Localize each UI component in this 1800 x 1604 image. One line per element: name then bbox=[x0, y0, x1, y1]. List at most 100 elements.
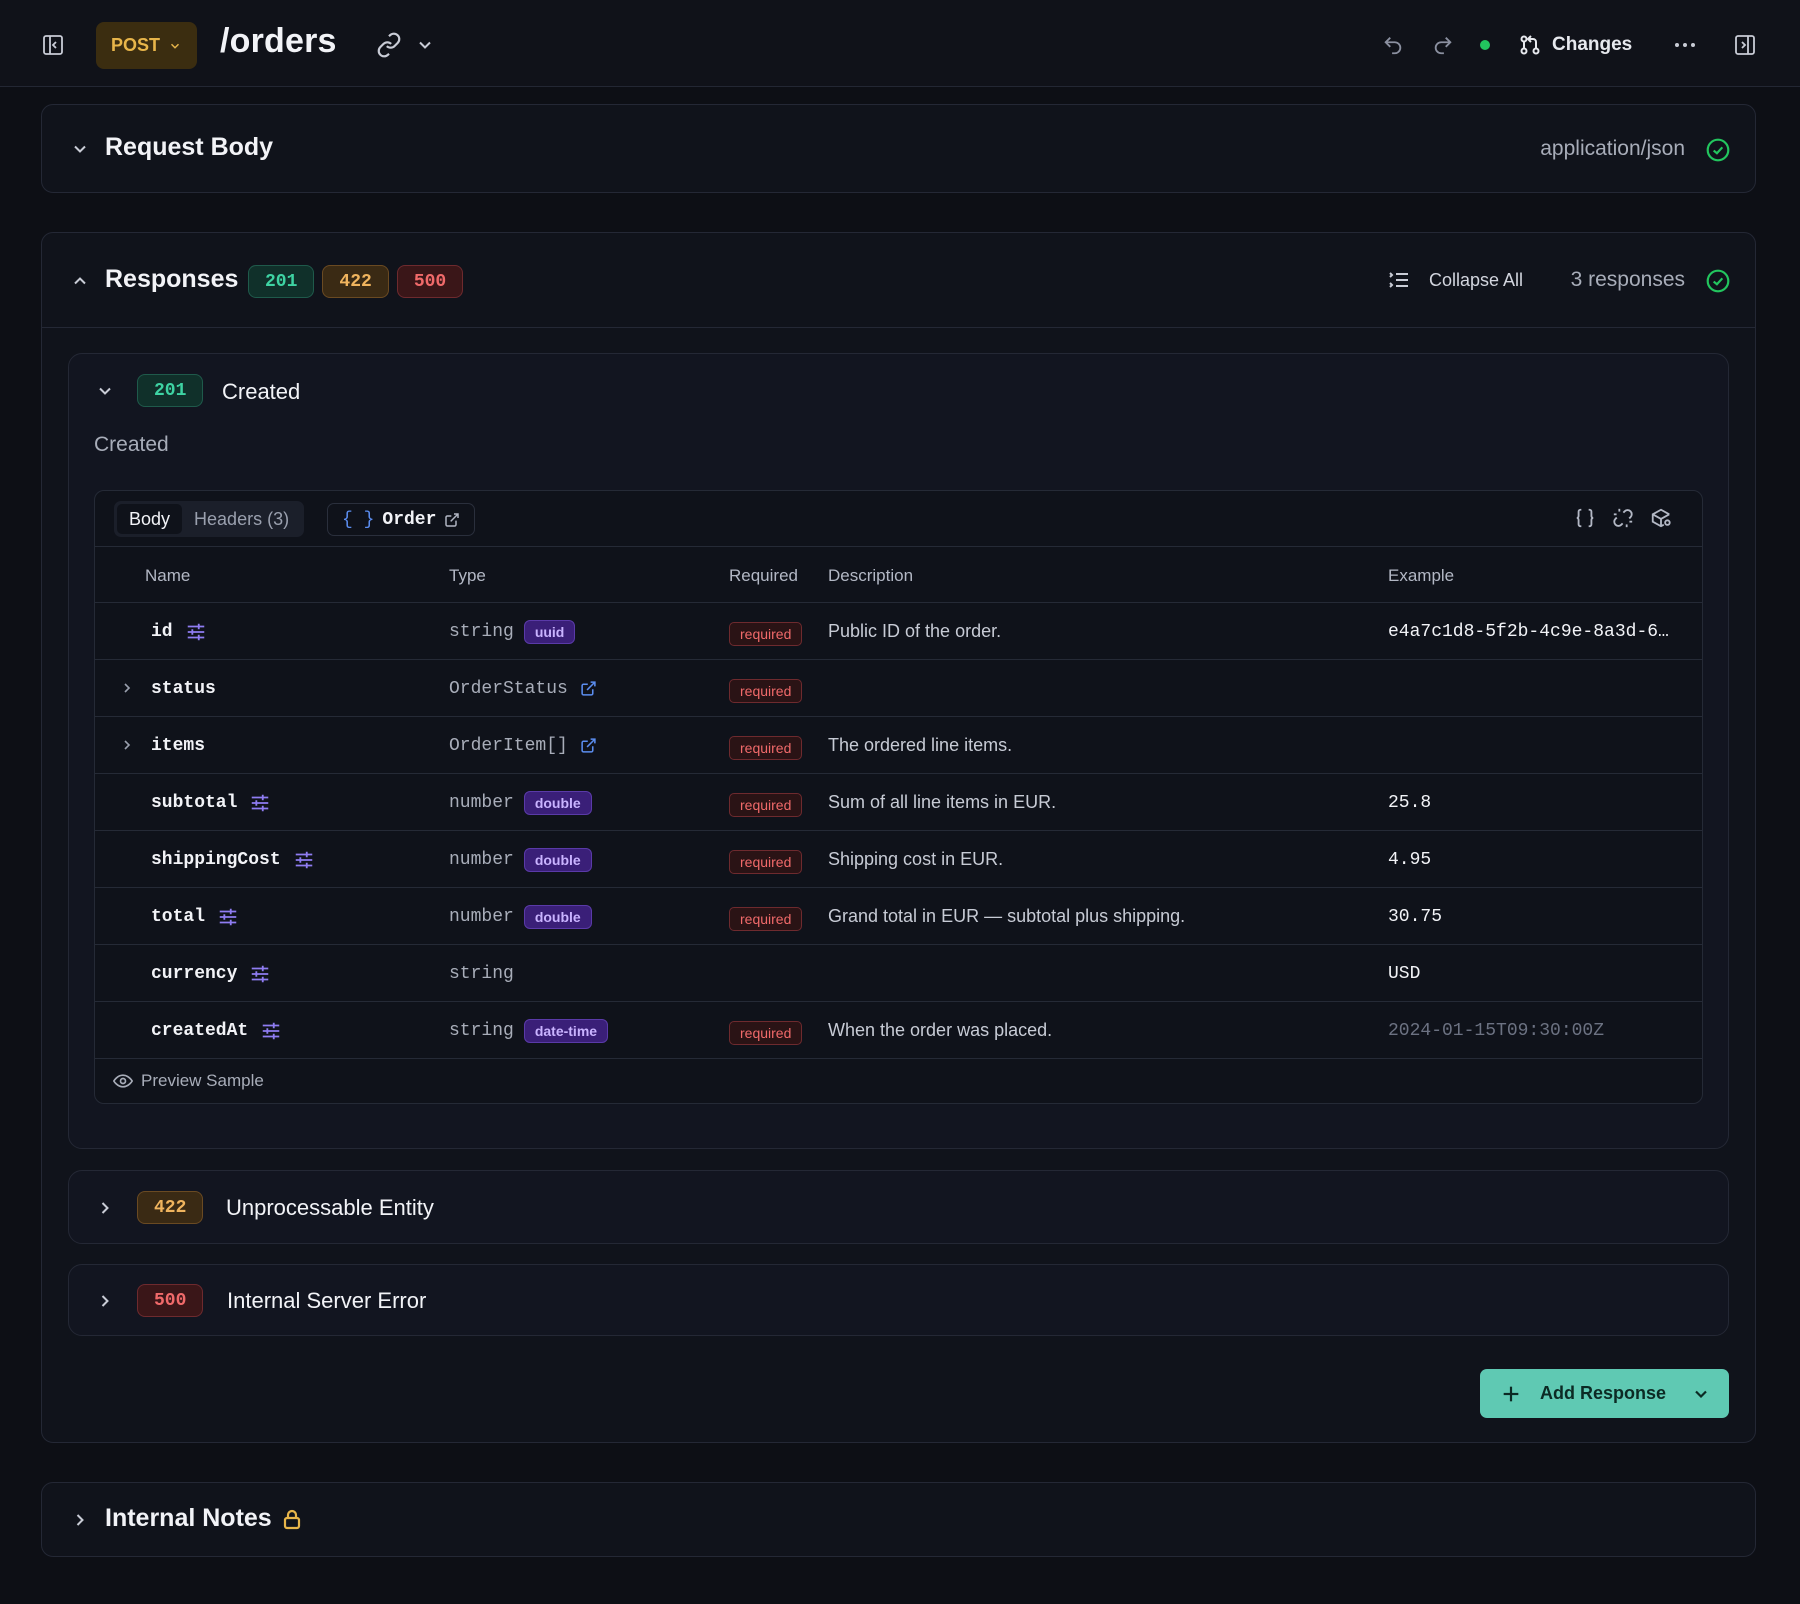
response-card-422[interactable]: 422 Unprocessable Entity bbox=[68, 1170, 1729, 1244]
schema-toolbar: Body Headers (3) { } Order bbox=[95, 491, 1702, 547]
responses-title: Responses bbox=[105, 265, 239, 293]
table-row[interactable]: createdAt string date-time required When … bbox=[95, 1002, 1702, 1059]
field-name: shippingCost bbox=[151, 849, 281, 870]
add-response-button[interactable]: Add Response bbox=[1480, 1369, 1729, 1418]
sliders-icon[interactable] bbox=[293, 849, 315, 871]
sync-status-dot bbox=[1480, 40, 1490, 50]
top-bar: POST /orders Changes bbox=[0, 0, 1800, 87]
field-example: 25.8 bbox=[1388, 792, 1432, 813]
more-options-icon[interactable] bbox=[1670, 32, 1700, 58]
internal-notes-section[interactable]: Internal Notes bbox=[41, 1482, 1756, 1557]
status-badge-422[interactable]: 422 bbox=[322, 265, 389, 298]
changes-label: Changes bbox=[1552, 34, 1633, 55]
body-headers-tabs: Body Headers (3) bbox=[114, 501, 305, 537]
chevron-down-icon bbox=[170, 43, 180, 49]
field-description: Grand total in EUR — subtotal plus shipp… bbox=[828, 906, 1186, 926]
list-collapse-icon bbox=[1389, 272, 1408, 288]
eye-icon bbox=[113, 1074, 133, 1088]
field-description: When the order was placed. bbox=[828, 1020, 1053, 1040]
unlink-icon[interactable] bbox=[1612, 507, 1634, 529]
package-settings-icon[interactable] bbox=[1650, 507, 1672, 529]
required-badge: required bbox=[729, 1020, 803, 1045]
format-badge: double bbox=[523, 847, 592, 872]
sliders-icon[interactable] bbox=[260, 1020, 282, 1042]
table-row[interactable]: id string uuid required Public ID of the … bbox=[95, 603, 1702, 660]
table-row[interactable]: shippingCost number double required Shipp… bbox=[95, 831, 1702, 888]
format-badge: date-time bbox=[523, 1018, 609, 1043]
chevron-right-icon[interactable] bbox=[95, 1198, 115, 1218]
chevron-right-icon[interactable] bbox=[70, 1510, 90, 1530]
field-type: string bbox=[449, 1020, 514, 1041]
table-row[interactable]: subtotal number double required Sum of al… bbox=[95, 774, 1702, 831]
plus-icon bbox=[1503, 1386, 1519, 1401]
sliders-icon[interactable] bbox=[249, 792, 271, 814]
undo-icon[interactable] bbox=[1380, 32, 1406, 58]
response-card-500[interactable]: 500 Internal Server Error bbox=[68, 1264, 1729, 1336]
toggle-left-sidebar-icon[interactable] bbox=[38, 30, 68, 60]
tab-headers[interactable]: Headers (3) bbox=[182, 504, 301, 534]
table-row[interactable]: items OrderItem[] required The ordered l… bbox=[95, 717, 1702, 774]
check-circle-icon bbox=[1706, 138, 1730, 162]
field-name: id bbox=[151, 621, 173, 642]
responses-header[interactable]: Responses 201 422 500 Collapse All 3 res… bbox=[42, 233, 1755, 328]
link-icon[interactable] bbox=[374, 30, 404, 60]
required-badge: required bbox=[729, 678, 803, 703]
status-badge-500[interactable]: 500 bbox=[396, 265, 464, 298]
request-body-section[interactable]: Request Body application/json bbox=[41, 104, 1756, 193]
field-type[interactable]: OrderItem[] bbox=[449, 736, 568, 756]
required-badge: required bbox=[729, 849, 803, 874]
external-link-icon[interactable] bbox=[580, 680, 597, 697]
method-select[interactable]: POST bbox=[96, 22, 197, 69]
chevron-up-icon[interactable] bbox=[70, 271, 90, 291]
schema-ref-label: Order bbox=[382, 509, 437, 530]
status-badge-201[interactable]: 201 bbox=[248, 265, 315, 298]
chevron-down-icon[interactable] bbox=[1691, 1384, 1711, 1404]
required-badge: required bbox=[729, 792, 803, 817]
redo-icon[interactable] bbox=[1430, 32, 1456, 58]
schema-ref-chip[interactable]: { } Order bbox=[327, 503, 476, 536]
required-badge: required bbox=[729, 906, 803, 931]
table-row[interactable]: status OrderStatus required bbox=[95, 660, 1702, 717]
status-code-badge: 500 bbox=[137, 1284, 204, 1317]
toggle-right-sidebar-icon[interactable] bbox=[1730, 30, 1760, 60]
sliders-icon[interactable] bbox=[217, 906, 239, 928]
field-type[interactable]: OrderStatus bbox=[449, 679, 568, 699]
field-type: string bbox=[449, 963, 514, 984]
chevron-down-icon[interactable] bbox=[412, 32, 438, 58]
chevron-right-icon[interactable] bbox=[119, 680, 135, 696]
column-description: Description bbox=[828, 566, 914, 585]
chevron-right-icon[interactable] bbox=[119, 737, 135, 753]
table-row[interactable]: currency string USD bbox=[95, 945, 1702, 1002]
sliders-icon[interactable] bbox=[249, 963, 271, 985]
response-title: Internal Server Error bbox=[227, 1288, 427, 1313]
braces-icon: { } bbox=[342, 509, 375, 530]
field-example: e4a7c1d8-5f2b-4c9e-8a3d-6… bbox=[1388, 621, 1669, 642]
field-name: status bbox=[151, 678, 216, 699]
field-description: Sum of all line items in EUR. bbox=[828, 792, 1057, 812]
response-title: Unprocessable Entity bbox=[226, 1195, 434, 1220]
responses-count: 3 responses bbox=[1570, 268, 1685, 291]
content-type-label: application/json bbox=[1540, 137, 1685, 160]
field-type: number bbox=[449, 906, 514, 927]
format-badge: uuid bbox=[523, 619, 576, 644]
field-example: 4.95 bbox=[1388, 849, 1432, 870]
sliders-icon[interactable] bbox=[185, 621, 207, 643]
chevron-down-icon[interactable] bbox=[70, 139, 90, 159]
external-link-icon[interactable] bbox=[580, 737, 597, 754]
table-row[interactable]: total number double required Grand total … bbox=[95, 888, 1702, 945]
preview-sample-button[interactable]: Preview Sample bbox=[113, 1071, 264, 1091]
changes-button[interactable]: Changes bbox=[1518, 24, 1632, 66]
git-pull-request-icon bbox=[1520, 35, 1540, 55]
json-view-icon[interactable] bbox=[1574, 507, 1596, 529]
required-badge: required bbox=[729, 621, 803, 646]
field-example: 30.75 bbox=[1388, 906, 1443, 927]
collapse-all-button[interactable]: Collapse All bbox=[1387, 263, 1523, 297]
field-description: The ordered line items. bbox=[828, 735, 1013, 755]
column-required: Required bbox=[729, 566, 798, 585]
tab-body[interactable]: Body bbox=[117, 504, 183, 534]
chevron-down-icon[interactable] bbox=[95, 381, 115, 401]
endpoint-path[interactable]: /orders bbox=[220, 22, 337, 61]
chevron-right-icon[interactable] bbox=[95, 1291, 115, 1311]
field-description: Shipping cost in EUR. bbox=[828, 849, 1004, 869]
format-badge: double bbox=[523, 790, 592, 815]
